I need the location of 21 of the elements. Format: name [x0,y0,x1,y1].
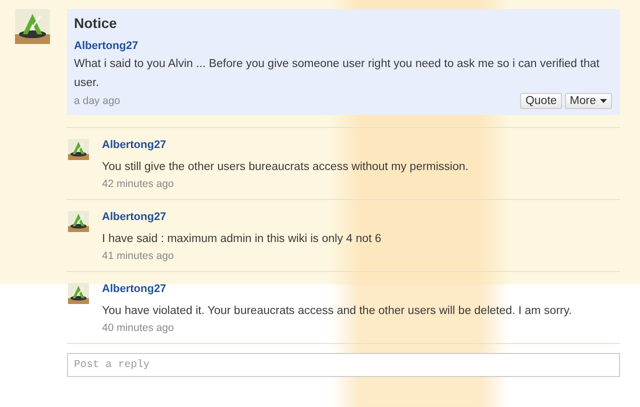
reply-text: You have violated it. Your bureaucrats access and the other users will be deleted. I am sorry. [102,304,572,319]
timestamp: 40 minutes ago [102,322,174,334]
message-text: What i said to you Alvin ... Before you give someone user right you need to ask me so i can verified that user. [74,57,600,91]
author-link[interactable]: Albertong27 [102,211,166,223]
author-link[interactable]: Albertong27 [102,139,166,151]
author-link[interactable]: Albertong27 [74,40,138,52]
timestamp: a day ago [74,95,120,107]
author-link[interactable]: Albertong27 [102,283,166,295]
avatar-icon [68,211,89,232]
avatar-icon [15,9,50,44]
more-button[interactable]: More [564,93,612,109]
timestamp: 42 minutes ago [102,178,174,190]
reply-text: I have said : maximum admin in this wiki is only 4 not 6 [102,232,382,247]
timestamp: 41 minutes ago [102,250,174,262]
caret-icon [600,99,607,103]
notice-title: Notice [74,15,118,31]
quote-button[interactable]: Quote [520,93,562,109]
avatar-icon [68,283,89,304]
reply-input-field[interactable]: Post a reply [67,353,620,377]
reply-text: You still give the other users bureaucrats access without my permission. [102,160,468,175]
avatar-icon [68,139,89,160]
